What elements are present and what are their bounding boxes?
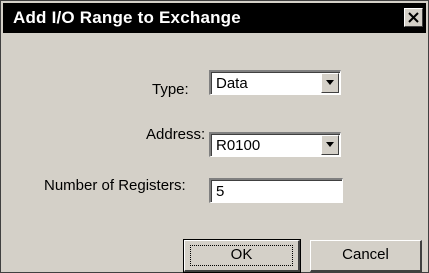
type-label: Type:	[152, 81, 189, 98]
add-io-range-dialog: Add I/O Range to Exchange Type: Data Add…	[0, 0, 429, 273]
address-select[interactable]: R0100	[209, 132, 341, 157]
registers-field[interactable]: 5	[209, 178, 343, 203]
registers-label: Number of Registers:	[44, 177, 186, 194]
address-label: Address:	[146, 126, 206, 143]
address-dropdown-button[interactable]	[321, 135, 339, 155]
window-title: Add I/O Range to Exchange	[13, 8, 241, 27]
close-button[interactable]	[404, 8, 423, 27]
address-value: R0100	[216, 137, 261, 154]
type-dropdown-button[interactable]	[321, 73, 339, 93]
cancel-button[interactable]: Cancel	[310, 240, 422, 272]
focus-indicator	[190, 245, 293, 266]
registers-value: 5	[216, 183, 225, 200]
type-value: Data	[216, 75, 248, 92]
cancel-button-label: Cancel	[342, 246, 389, 263]
title-bar[interactable]: Add I/O Range to Exchange	[3, 3, 426, 33]
ok-button[interactable]: OK	[183, 239, 301, 273]
type-select[interactable]: Data	[209, 70, 341, 95]
